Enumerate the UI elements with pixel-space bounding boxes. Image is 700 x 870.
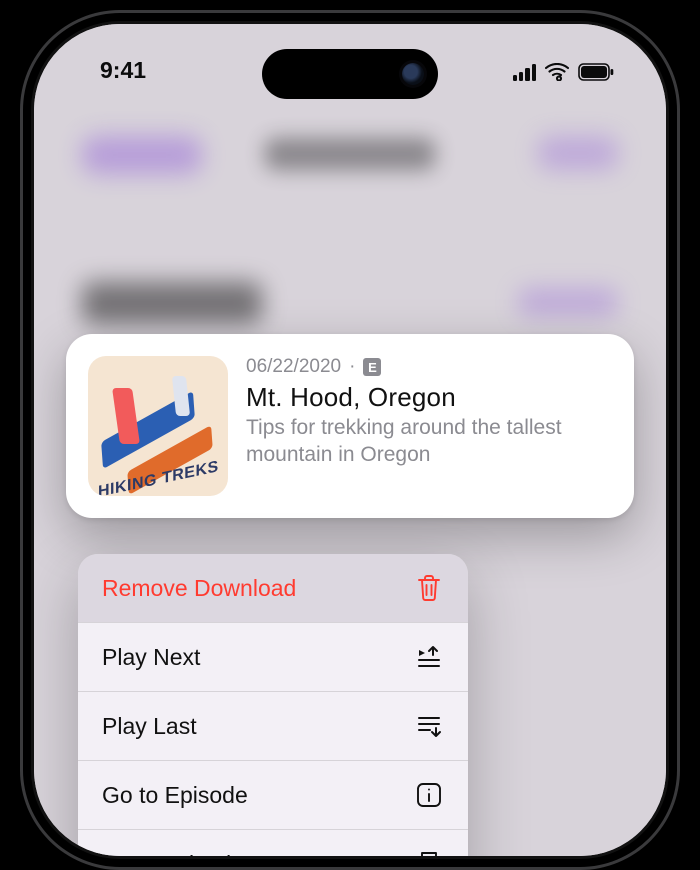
bookmark-icon [414,849,444,856]
episode-date: 06/22/2020 [246,356,341,378]
status-time: 9:41 [100,57,146,87]
context-menu: Remove Download Play Next Play Last Go t… [78,554,468,856]
menu-item-label: Remove Download [102,575,296,602]
menu-item-remove-download[interactable]: Remove Download [78,554,468,622]
menu-item-play-last[interactable]: Play Last [78,691,468,760]
menu-item-label: Go to Episode [102,782,248,809]
menu-item-save-episode[interactable]: Save Episode [78,829,468,856]
play-last-icon [414,711,444,741]
trash-icon [414,573,444,603]
front-camera-icon [402,63,424,85]
episode-card[interactable]: HIKING TREKS 06/22/2020 · E Mt. Hood, Or… [66,334,634,518]
meta-separator: · [349,356,355,378]
play-next-icon [414,642,444,672]
menu-item-label: Save Episode [102,851,244,857]
phone-frame: 9:41 HIKING TREKS 06/22/2020 · [20,10,680,870]
battery-icon [578,63,614,81]
dynamic-island [262,49,438,99]
cellular-icon [513,64,536,81]
episode-title: Mt. Hood, Oregon [246,382,612,413]
episode-description: Tips for trekking around the tallest mou… [246,415,612,469]
wifi-icon [545,63,569,81]
menu-item-label: Play Last [102,713,197,740]
episode-artwork: HIKING TREKS [88,356,228,496]
menu-item-label: Play Next [102,644,200,671]
explicit-badge: E [363,358,381,376]
menu-item-go-to-episode[interactable]: Go to Episode [78,760,468,829]
screen: 9:41 HIKING TREKS 06/22/2020 · [34,24,666,856]
menu-item-play-next[interactable]: Play Next [78,622,468,691]
info-icon [414,780,444,810]
